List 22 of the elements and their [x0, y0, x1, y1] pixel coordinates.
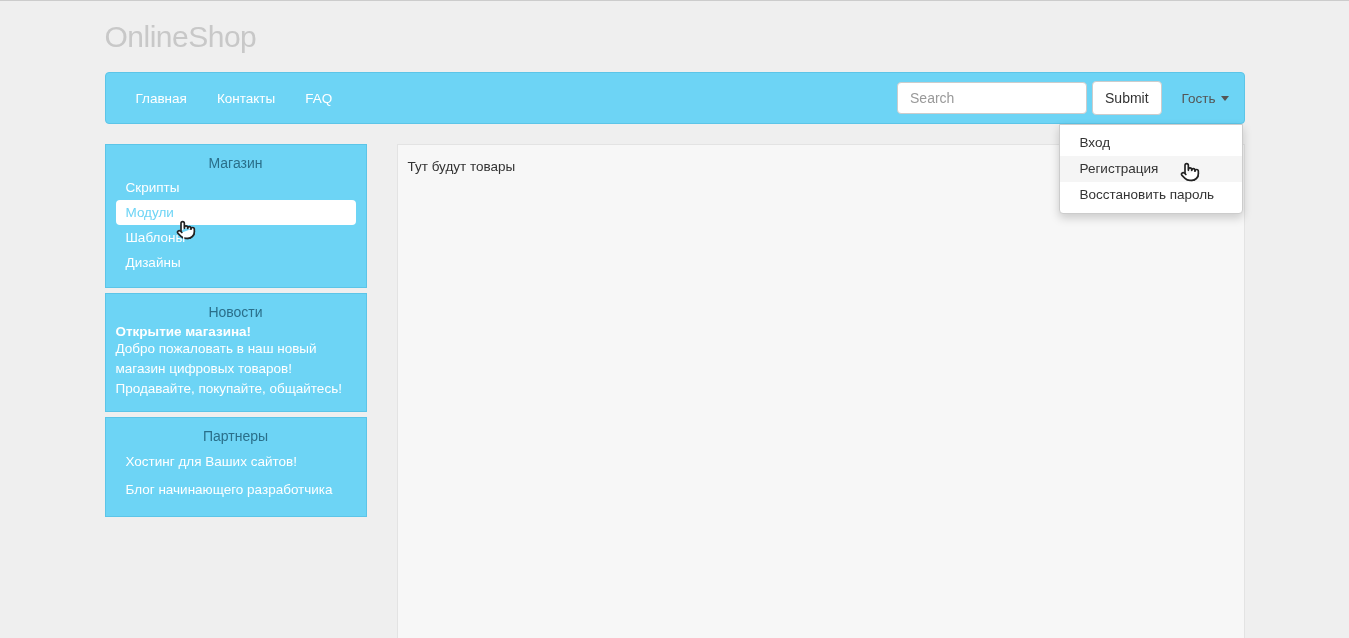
- category-link[interactable]: Дизайны: [115, 250, 356, 275]
- content-text: Тут будут товары: [407, 159, 516, 174]
- menu-item[interactable]: Регистрация: [1059, 156, 1242, 182]
- category-link[interactable]: Скрипты: [115, 175, 356, 200]
- category-link[interactable]: Шаблоны: [115, 225, 356, 250]
- menu-item[interactable]: Вход: [1059, 130, 1242, 156]
- panel-title: Магазин: [207, 155, 264, 171]
- user-menu-toggle[interactable]: Гость: [1181, 90, 1229, 106]
- panel-title: Партнеры: [201, 428, 270, 444]
- news-headline: Открытие магазина!: [115, 324, 253, 339]
- nav-link[interactable]: FAQ: [290, 90, 348, 106]
- search-field[interactable]: Search: [897, 82, 1088, 114]
- submit-button[interactable]: Submit: [1092, 81, 1162, 115]
- partner-link[interactable]: Хостинг для Ваших сайтов!: [115, 448, 356, 476]
- nav-link[interactable]: Контакты: [201, 90, 291, 106]
- partner-link[interactable]: Блог начинающего разработчика: [115, 476, 356, 504]
- menu-item[interactable]: Восстановить пароль: [1059, 182, 1242, 208]
- caret-icon: [1220, 95, 1229, 101]
- hand-cursor-icon: [1179, 162, 1200, 182]
- news-text: Добро пожаловать в наш новый магазин цифровых товаров! Продавайте, покупайте, общайтесь!: [115, 340, 343, 398]
- nav-link[interactable]: Главная: [120, 90, 202, 106]
- panel-title: Новости: [207, 304, 264, 320]
